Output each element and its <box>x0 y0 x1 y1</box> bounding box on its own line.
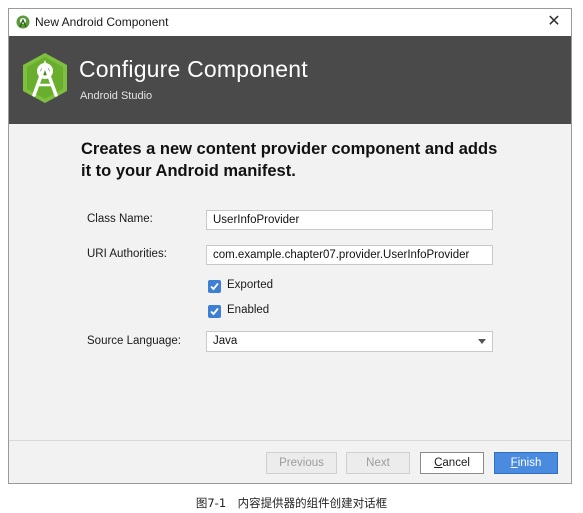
button-bar: Previous Next Cancel Finish <box>9 440 571 483</box>
title-bar: New Android Component ✕ <box>9 9 571 37</box>
finish-button[interactable]: Finish <box>494 452 558 474</box>
finish-mnemonic: F <box>510 457 518 469</box>
android-studio-icon <box>23 53 67 103</box>
banner-title: Configure Component <box>79 56 308 82</box>
form-area: Creates a new content provider component… <box>9 124 571 442</box>
checkbox-checked-icon[interactable] <box>208 280 221 293</box>
cancel-button[interactable]: Cancel <box>420 452 484 474</box>
banner-subtitle: Android Studio <box>80 90 153 102</box>
previous-button[interactable]: Previous <box>266 452 337 474</box>
figure-caption: 图7-1 内容提供器的组件创建对话框 <box>195 496 388 510</box>
checkbox-checked-icon[interactable] <box>208 305 221 318</box>
header-banner: Configure Component Android Studio <box>9 36 571 124</box>
finish-label-rest: inish <box>517 457 542 469</box>
uri-authorities-input[interactable]: com.example.chapter07.provider.UserInfoP… <box>206 245 493 265</box>
window-title: New Android Component <box>35 15 169 29</box>
android-studio-icon <box>16 15 30 29</box>
exported-label: Exported <box>227 279 274 291</box>
source-language-value: Java <box>213 335 238 347</box>
page-heading: Creates a new content provider component… <box>81 140 498 180</box>
source-language-select[interactable]: Java <box>206 331 493 352</box>
close-icon: ✕ <box>547 13 561 30</box>
dialog-window: New Android Component ✕ Configure Compon… <box>8 8 572 484</box>
chevron-down-icon <box>478 339 486 344</box>
cancel-label-rest: ancel <box>442 457 470 469</box>
enabled-label: Enabled <box>227 304 270 316</box>
class-name-label: Class Name: <box>87 213 153 225</box>
class-name-input[interactable]: UserInfoProvider <box>206 210 493 230</box>
source-language-label: Source Language: <box>87 335 181 347</box>
close-button[interactable]: ✕ <box>543 11 565 33</box>
uri-authorities-label: URI Authorities: <box>87 248 167 260</box>
next-button[interactable]: Next <box>346 452 410 474</box>
